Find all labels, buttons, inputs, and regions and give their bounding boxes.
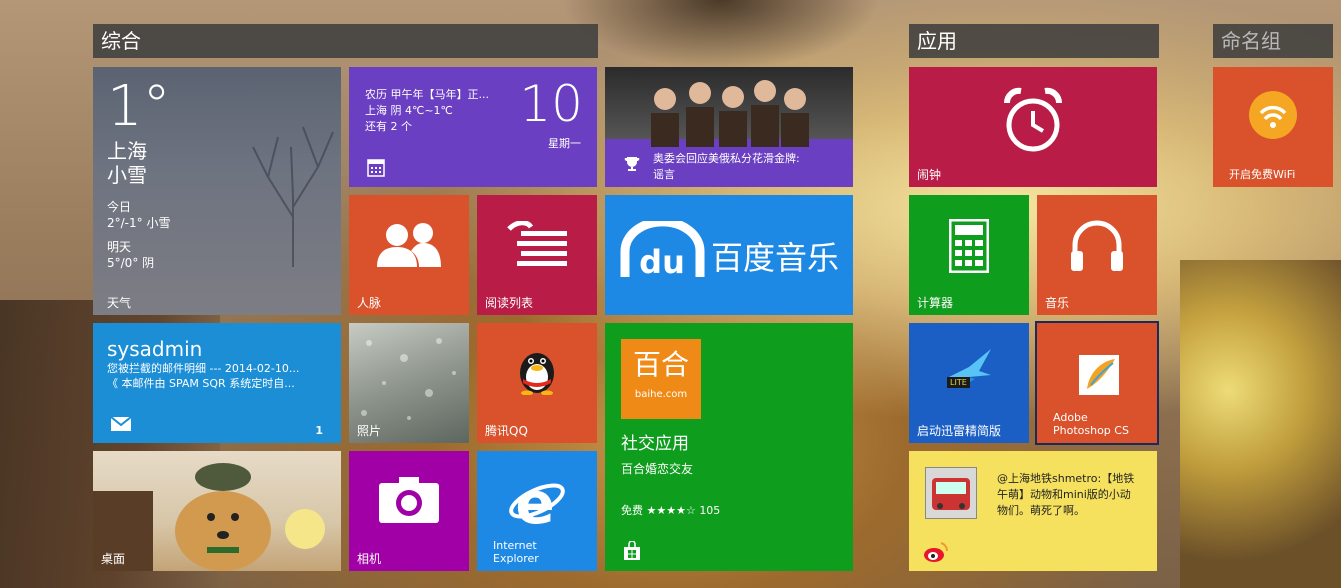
news-headline-line2: 谣言	[653, 168, 675, 181]
calendar-day: 10	[519, 75, 583, 133]
music-label: 音乐	[1045, 296, 1070, 310]
background-lamp	[1180, 260, 1341, 588]
svg-text:e: e	[515, 473, 554, 529]
calendar-reminder: 还有 2 个	[365, 120, 412, 133]
social-app-price: 免费	[621, 504, 643, 517]
weibo-avatar	[925, 467, 977, 519]
metro-train-image	[932, 478, 970, 510]
tree-icon	[252, 126, 334, 267]
photos-tile[interactable]: 照片	[349, 323, 469, 443]
baihe-logo: 百合 baihe.com	[621, 339, 701, 419]
reading-list-label: 阅读列表	[485, 296, 534, 310]
wifi-icon	[1249, 91, 1297, 139]
weather-today-value: 2°/-1° 小雪	[107, 216, 171, 230]
baidu-music-tile[interactable]: du 百度音乐	[605, 195, 853, 315]
photoshop-label: Adobe Photoshop CS	[1053, 411, 1129, 437]
mail-account: sysadmin	[107, 337, 203, 361]
social-app-name: 百合婚恋交友	[621, 462, 694, 476]
weather-temperature: 1°	[107, 74, 171, 139]
music-tile[interactable]: 音乐	[1037, 195, 1157, 315]
camera-icon	[379, 477, 439, 523]
xunlei-tile[interactable]: LITE 启动迅雷精简版	[909, 323, 1029, 443]
photos-label: 照片	[357, 424, 382, 438]
internet-explorer-label-line2: Explorer	[493, 552, 539, 565]
news-tile[interactable]: 奥委会回应美俄私分花滑金牌: 谣言	[605, 67, 853, 187]
background-hat	[560, 0, 880, 70]
free-wifi-label: 开启免费WiFi	[1229, 168, 1296, 181]
weather-condition: 小雪	[107, 163, 147, 187]
desktop-tile[interactable]: 桌面	[93, 451, 341, 571]
free-wifi-tile[interactable]: 开启免费WiFi	[1213, 67, 1333, 187]
group-header-general[interactable]: 综合	[93, 24, 598, 58]
reading-list-icon	[507, 221, 567, 266]
people-tile[interactable]: 人脉	[349, 195, 469, 315]
photoshop-label-line1: Adobe	[1053, 411, 1088, 424]
camera-tile[interactable]: 相机	[349, 451, 469, 571]
internet-explorer-label-line1: Internet	[493, 539, 537, 552]
people-label: 人脉	[357, 296, 382, 310]
alarm-label: 闹钟	[917, 168, 942, 182]
reading-list-tile[interactable]: 阅读列表	[477, 195, 597, 315]
social-app-stars: ★★★★☆	[646, 504, 696, 517]
headphones-icon	[1071, 220, 1123, 271]
internet-explorer-icon: e	[509, 473, 565, 529]
social-app-category: 社交应用	[621, 434, 689, 454]
skaters-photo	[651, 80, 809, 147]
desktop-wallpaper-image	[93, 463, 325, 571]
calendar-icon	[367, 159, 385, 177]
mail-preview: 《 本邮件由 SPAM SQR 系统定时自...	[107, 377, 295, 390]
qq-tile[interactable]: 腾讯QQ	[477, 323, 597, 443]
baidu-music-logo-icon: du	[620, 221, 705, 279]
weather-tomorrow-value: 5°/0° 阴	[107, 256, 155, 270]
internet-explorer-label: Internet Explorer	[493, 539, 539, 565]
weibo-icon	[924, 542, 948, 562]
xunlei-label: 启动迅雷精简版	[917, 424, 1002, 438]
weibo-tile[interactable]: @上海地铁shmetro:【地铁 午萌】动物和mini版的小动 物们。萌死了啊。	[909, 451, 1157, 571]
group-header-apps[interactable]: 应用	[909, 24, 1159, 58]
alarm-clock-icon	[1003, 87, 1063, 152]
weather-tile[interactable]: 1° 上海 小雪 今日 2°/-1° 小雪 明天 5°/0° 阴 天气	[93, 67, 341, 315]
qq-label: 腾讯QQ	[485, 424, 528, 438]
mail-icon	[111, 417, 131, 431]
weibo-text-line2: 午萌】动物和mini版的小动	[997, 488, 1131, 501]
desktop-label: 桌面	[101, 552, 126, 566]
svg-text:du: du	[639, 243, 685, 279]
store-icon	[624, 541, 640, 560]
weather-today-label: 今日	[107, 200, 132, 214]
news-headline-line1: 奥委会回应美俄私分花滑金牌:	[653, 152, 800, 165]
calculator-icon	[949, 219, 989, 273]
social-app-rating: 免费 ★★★★☆ 105	[621, 503, 720, 518]
weather-tile-label: 天气	[107, 296, 132, 310]
mail-count-badge: 1	[315, 424, 323, 437]
calculator-tile[interactable]: 计算器	[909, 195, 1029, 315]
baidu-music-name: 百度音乐	[711, 239, 840, 277]
group-header-named[interactable]: 命名组	[1213, 24, 1333, 58]
store-social-app-tile[interactable]: 百合 baihe.com 社交应用 百合婚恋交友 免费 ★★★★☆ 105	[605, 323, 853, 571]
baihe-logo-domain: baihe.com	[634, 389, 688, 400]
baihe-logo-text: 百合	[632, 348, 689, 381]
calendar-weekday: 星期一	[548, 137, 581, 150]
qq-penguin-icon	[520, 353, 554, 395]
xunlei-lite-badge: LITE	[947, 377, 970, 388]
mail-tile[interactable]: sysadmin 您被拦截的邮件明细 --- 2014-02-10... 《 本…	[93, 323, 341, 443]
photoshop-feather-icon	[1079, 355, 1119, 395]
calendar-tile[interactable]: 农历 甲午年【马年】正... 上海 阴 4℃~1℃ 还有 2 个 10 星期一	[349, 67, 597, 187]
internet-explorer-tile[interactable]: e Internet Explorer	[477, 451, 597, 571]
photoshop-tile[interactable]: Adobe Photoshop CS	[1035, 321, 1159, 445]
weibo-text-line1: @上海地铁shmetro:【地铁	[997, 472, 1135, 485]
people-icon	[377, 223, 441, 267]
weather-city: 上海	[107, 139, 147, 163]
weather-tomorrow-label: 明天	[107, 240, 132, 254]
calculator-label: 计算器	[917, 296, 954, 310]
calendar-lunar-date: 农历 甲午年【马年】正...	[365, 88, 489, 101]
weibo-text-line3: 物们。萌死了啊。	[997, 504, 1085, 517]
camera-label: 相机	[357, 552, 382, 566]
social-app-review-count: 105	[699, 504, 721, 517]
mail-subject: 您被拦截的邮件明细 --- 2014-02-10...	[107, 362, 300, 375]
trophy-icon	[624, 157, 640, 171]
alarm-tile[interactable]: 闹钟	[909, 67, 1157, 187]
calendar-weather: 上海 阴 4℃~1℃	[365, 104, 453, 117]
photoshop-label-line2: Photoshop CS	[1053, 424, 1129, 437]
